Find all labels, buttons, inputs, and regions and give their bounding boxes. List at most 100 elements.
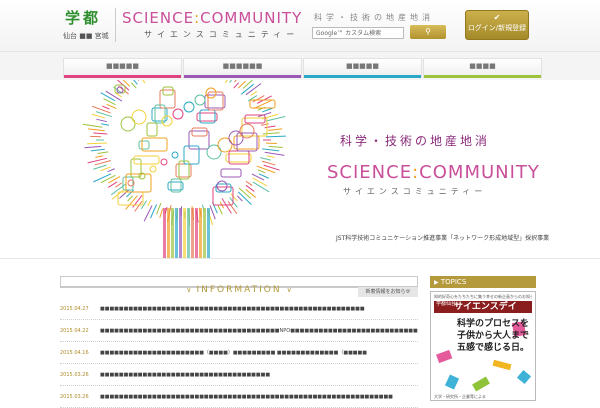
tree-mark [96,119,107,121]
nav-item-label: ■■■■■ [106,62,139,70]
science-day-banner[interactable]: 知的好奇心をたちたちに集う幸せの新企画からのお知らせ 学都仙台 サイエンスデイ … [430,291,536,401]
tree-mark [195,95,205,105]
chevron-down-icon: ∨ [287,286,292,294]
nav-item-3[interactable]: ■■■■■ [303,58,422,78]
logo-subtitle: 仙台 ■■ 宮城 [63,31,109,41]
brand-logo[interactable]: SCIENCE:COMMUNITY サイエンスコミュニティー [122,9,304,43]
tree-mark [221,169,241,177]
tree-mark [163,87,173,95]
triangle-right-icon: ▶ [434,279,439,286]
tree-mark [167,208,170,258]
information-title: INFORMATION [196,285,281,295]
tree-mark [93,133,107,134]
information-more-link[interactable]: 新着情報をお知らせ [358,287,418,297]
brand-en-left: SCIENCE [122,9,194,27]
nav-item-1[interactable]: ■■■■■ [63,58,182,78]
tree-mark [192,128,207,136]
tree-mark [95,160,111,164]
search-input[interactable]: Google™ カスタム検索 [312,27,404,39]
tree-mark [147,123,157,136]
banner-headline: 科学のプロセスを 子供から大人まで 五感で感じる日。 [457,318,517,354]
tree-mark [262,108,272,112]
tree-mark [126,196,138,210]
tree-mark [218,138,232,152]
main-nav: ■■■■■ ■■■■■■ ■■■■■ ■■■■ [0,52,600,80]
news-item[interactable]: 2015.04.22 ■■■■■■■■■■■■■■■■■■■■■■■■■■■■■… [60,320,418,342]
banner-bottom-text: 大学・研究所・企業等による [434,394,532,400]
tree-mark [237,196,242,201]
nav-item-2[interactable]: ■■■■■■ [183,58,302,78]
tree-mark [199,208,202,258]
topics-heading: ▶ TOPICS [430,276,536,288]
tree-mark [241,84,253,94]
tree-mark [101,124,109,126]
tree-mark [91,149,105,151]
tree-mark [173,109,183,119]
banner-line-2: 子供から大人まで [457,330,517,342]
tree-mark [134,156,159,164]
nav-item-color-bar [304,75,421,78]
tree-mark [267,156,275,158]
tree-mark [246,189,256,197]
tree-mark [160,209,163,218]
search-button[interactable]: ⚲ [410,25,446,39]
hero-title-kana: サイエンスコミュニティー [343,186,486,197]
site-header: 学 都 仙台 ■■ 宮城 SCIENCE:COMMUNITY サイエンスコミュニ… [0,0,600,52]
tree-mark [128,196,133,201]
checkmark-icon: ✔ [466,13,528,23]
tree-mark [131,83,136,88]
tree-mark [92,106,110,113]
tree-mark [262,161,275,165]
tree-mark [93,174,111,182]
tree-mark [184,102,194,112]
news-title[interactable]: ■■■■■■■■■■■■■■■■■■■■■■■■■■■■■■■■■■■■ [100,372,270,378]
news-item[interactable]: 2015.03.26 ■■■■■■■■■■■■■■■■■■■■■■■■■■■■■… [60,386,418,408]
nav-item-label: ■■■■ [469,62,495,70]
nav-item-color-bar [184,75,301,78]
news-title[interactable]: ■■■■■■■■■■■■■■■■■■■■■■（■■■■）■■■■■■■■■ ■■… [100,349,367,356]
tree-mark [218,206,222,215]
tree-mark [101,93,115,101]
news-item[interactable]: 2015.04.16 ■■■■■■■■■■■■■■■■■■■■■■（■■■■）■… [60,342,418,364]
tree-mark [100,167,110,171]
login-register-button[interactable]: ✔ ログイン/新規登録 [465,10,529,40]
tree-mark [187,208,190,258]
tree-mark [136,80,145,83]
news-title[interactable]: ■■■■■■■■■■■■■■■■■■■■■■■■■■■■■■■■■■■■■■■■… [100,394,393,400]
information-section: ∨ INFORMATION ∨ 新着情報をお知らせ 2015.04.27 ■■■… [60,276,418,400]
tree-mark [269,146,283,147]
tree-mark [148,200,151,206]
tree-mark [150,166,156,172]
tree-mark [253,178,267,186]
tree-mark [132,110,146,124]
tree-mark [97,152,108,154]
header-divider [115,8,116,42]
gakuto-logo[interactable]: 学 都 仙台 ■■ 宮城 [63,10,107,44]
news-title[interactable]: ■■■■■■■■■■■■■■■■■■■■■■■■■■■■■■■■■■■■■■■■… [100,306,365,312]
news-item[interactable]: 2015.03.26 ■■■■■■■■■■■■■■■■■■■■■■■■■■■■■… [60,364,418,386]
brand-name-ja: サイエンスコミュニティー [122,29,304,40]
logo-char-2: 都 [83,10,98,26]
tree-mark [161,159,167,165]
news-list: 2015.04.27 ■■■■■■■■■■■■■■■■■■■■■■■■■■■■■… [60,298,418,408]
section-divider [0,258,600,259]
brand-en-right: COMMUNITY [200,9,302,27]
tree-mark [115,183,121,187]
news-date: 2015.04.16 [60,350,100,356]
hero-caption: JST科学技術コミュニケーション推進事業「ネットワーク形成地域型」採択事業 [336,233,549,242]
news-title[interactable]: ■■■■■■■■■■■■■■■■■■■■■■■■■■■■■■■■■■■■■■NP… [100,328,418,334]
tree-mark [262,149,279,151]
nav-item-4[interactable]: ■■■■ [423,58,542,78]
tree-mark [175,208,178,258]
news-date: 2015.04.22 [60,328,100,334]
news-item[interactable]: 2015.04.27 ■■■■■■■■■■■■■■■■■■■■■■■■■■■■■… [60,298,418,320]
tree-mark [265,126,276,128]
tree-mark [246,181,252,185]
tree-mark [207,145,221,159]
tree-mark [265,152,285,155]
login-register-label: ログイン/新規登録 [466,23,528,33]
tree-mark [101,175,116,182]
topics-title: TOPICS [441,278,466,286]
tree-mark [119,190,129,199]
tree-mark [157,203,161,214]
